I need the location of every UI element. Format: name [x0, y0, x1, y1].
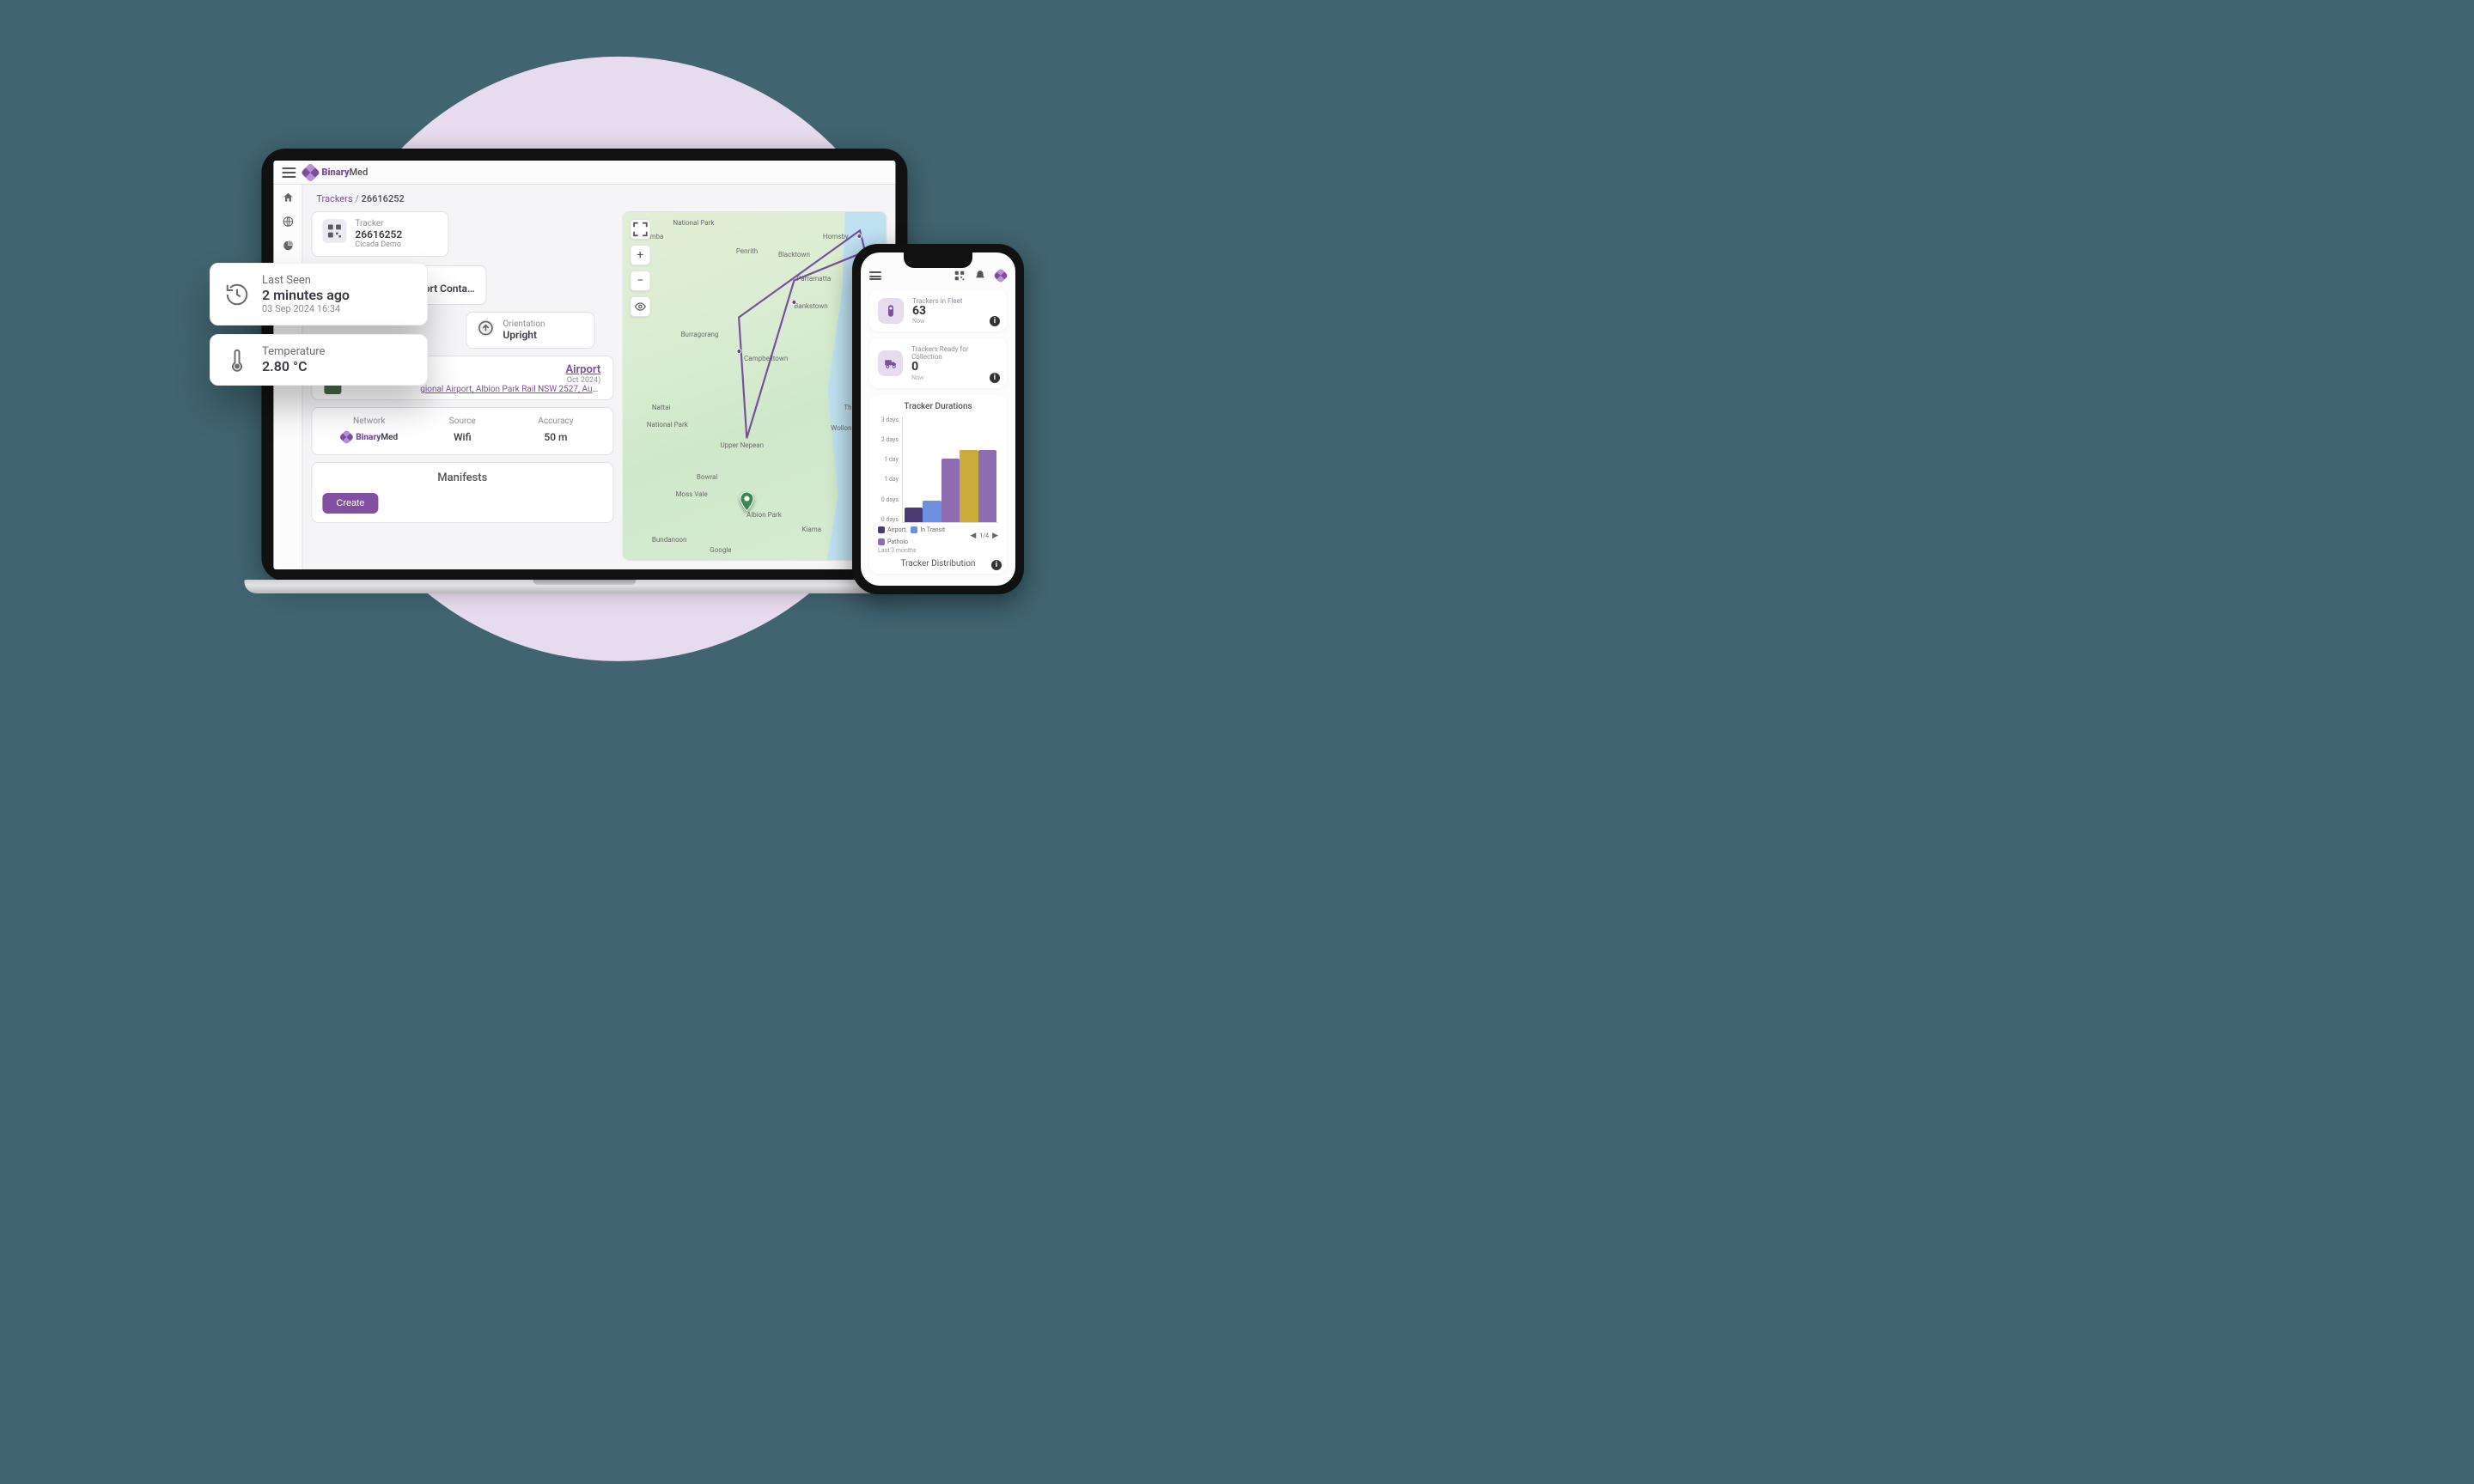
info-icon[interactable]: i — [990, 373, 1000, 383]
chart-title: Tracker Durations — [878, 402, 998, 411]
tracker-chip: Tracker 26616252 Cicada Demo — [311, 211, 448, 257]
laptop-base — [244, 580, 924, 593]
phone-notch — [904, 252, 972, 268]
temperature-card: Temperature 2.80 °C — [210, 334, 428, 386]
menu-icon[interactable] — [869, 271, 881, 280]
chart-bar[interactable] — [905, 508, 923, 521]
chart-bar[interactable] — [978, 450, 996, 522]
breadcrumb-root[interactable]: Trackers — [316, 193, 352, 204]
chart-bars — [903, 417, 998, 522]
info-icon[interactable]: i — [991, 560, 1002, 570]
home-icon[interactable] — [282, 192, 294, 204]
qr-icon — [322, 219, 346, 243]
map-place-label: Kiama — [801, 526, 821, 533]
tracker-device: Cicada Demo — [355, 240, 402, 249]
source-value: Wifi — [416, 431, 509, 443]
tracker-id: 26616252 — [355, 228, 402, 240]
trackers-ready-value: 0 — [911, 361, 998, 374]
logo-mark-icon[interactable] — [993, 268, 1008, 283]
map-pin-icon[interactable] — [737, 492, 756, 511]
create-button[interactable]: Create — [322, 493, 378, 514]
chart-y-axis: 3 days2 days1 day1 day0 days0 days — [878, 417, 902, 523]
thermometer-icon — [224, 347, 250, 373]
temperature-label: Temperature — [262, 345, 325, 358]
truck-icon — [878, 350, 903, 376]
breadcrumb: Trackers / 26616252 — [311, 185, 887, 211]
menu-icon[interactable] — [282, 167, 296, 178]
logo-mark-icon — [338, 429, 354, 445]
last-seen-value: 2 minutes ago — [262, 287, 350, 303]
zoom-in-button[interactable]: + — [630, 245, 650, 265]
route-waypoint — [736, 349, 741, 354]
breadcrumb-current: 26616252 — [362, 193, 405, 204]
legend-item[interactable]: In Transit — [911, 526, 945, 533]
zoom-out-button[interactable]: − — [630, 271, 650, 291]
route-overlay — [623, 212, 886, 475]
orientation-value: Upright — [503, 329, 545, 341]
trackers-in-fleet-card[interactable]: Trackers in Fleet 63 Now i — [869, 290, 1007, 331]
layers-visibility-button[interactable] — [630, 296, 650, 317]
map-place-label: Google — [710, 546, 731, 554]
pager-value: 1/4 — [979, 532, 989, 539]
globe-icon[interactable] — [282, 216, 294, 228]
map-controls: + − — [630, 219, 650, 317]
route-waypoint — [857, 234, 862, 239]
chart-pager: ◀ 1/4 ▶ — [970, 532, 998, 540]
chart-bar[interactable] — [960, 450, 978, 522]
distribution-title: Tracker Distribution — [878, 559, 998, 569]
legend-item[interactable]: Patholo — [878, 538, 908, 545]
pager-next[interactable]: ▶ — [992, 532, 998, 540]
temperature-value: 2.80 °C — [262, 358, 325, 374]
app-header: BinaryMed — [273, 161, 895, 185]
network-value: BinaryMed — [340, 431, 398, 443]
manifests-panel: Manifests Create — [311, 462, 613, 523]
arrow-up-circle-icon — [477, 319, 494, 337]
legend-item[interactable]: Airport — [878, 526, 905, 533]
address-link[interactable]: gional Airport, Albion Park Rail NSW 252… — [420, 385, 600, 394]
history-icon — [224, 282, 250, 307]
map-place-label: Bundanoon — [652, 536, 687, 544]
pie-chart-icon[interactable] — [282, 240, 294, 252]
floating-metrics-popover: Last Seen 2 minutes ago 03 Sep 2024 16:3… — [210, 263, 428, 386]
last-seen-timestamp: 03 Sep 2024 16:34 — [262, 303, 350, 314]
map-place-label: Moss Vale — [675, 490, 707, 498]
manifests-title: Manifests — [322, 471, 602, 484]
last-seen-label: Last Seen — [262, 274, 350, 287]
pager-prev[interactable]: ◀ — [970, 532, 976, 540]
trackers-ready-card[interactable]: Trackers Ready for Collection 0 Now i — [869, 338, 1007, 387]
accuracy-value: 50 m — [509, 431, 603, 443]
tracker-durations-chart: Tracker Durations 3 days2 days1 day1 day… — [869, 395, 1007, 574]
tracker-device-icon — [878, 298, 904, 324]
brand-logo[interactable]: BinaryMed — [302, 165, 368, 180]
fullscreen-button[interactable] — [630, 219, 650, 240]
orientation-chip: Orientation Upright — [466, 312, 594, 349]
phone-frame: Trackers in Fleet 63 Now i Trackers Read… — [852, 244, 1024, 594]
bell-icon[interactable] — [974, 270, 986, 282]
airport-link[interactable]: Airport — [420, 363, 600, 376]
logo-mark-icon — [301, 162, 320, 182]
qr-icon[interactable] — [954, 270, 966, 282]
map-place-label: Albion Park — [746, 511, 782, 519]
chart-note: Last 3 months — [878, 547, 998, 554]
info-icon[interactable]: i — [990, 316, 1000, 326]
network-card: Network BinaryMed Sourc — [311, 407, 613, 455]
chart-legend: Airport In TransitPatholo — [878, 526, 970, 545]
last-seen-card: Last Seen 2 minutes ago 03 Sep 2024 16:3… — [210, 263, 428, 325]
chart-bar[interactable] — [923, 501, 941, 522]
map[interactable]: HornsbyatoombaPenrithBlacktownParramatta… — [622, 211, 887, 561]
chart-bar[interactable] — [941, 459, 960, 522]
route-waypoint — [791, 300, 796, 305]
trackers-in-fleet-value: 63 — [912, 305, 962, 318]
